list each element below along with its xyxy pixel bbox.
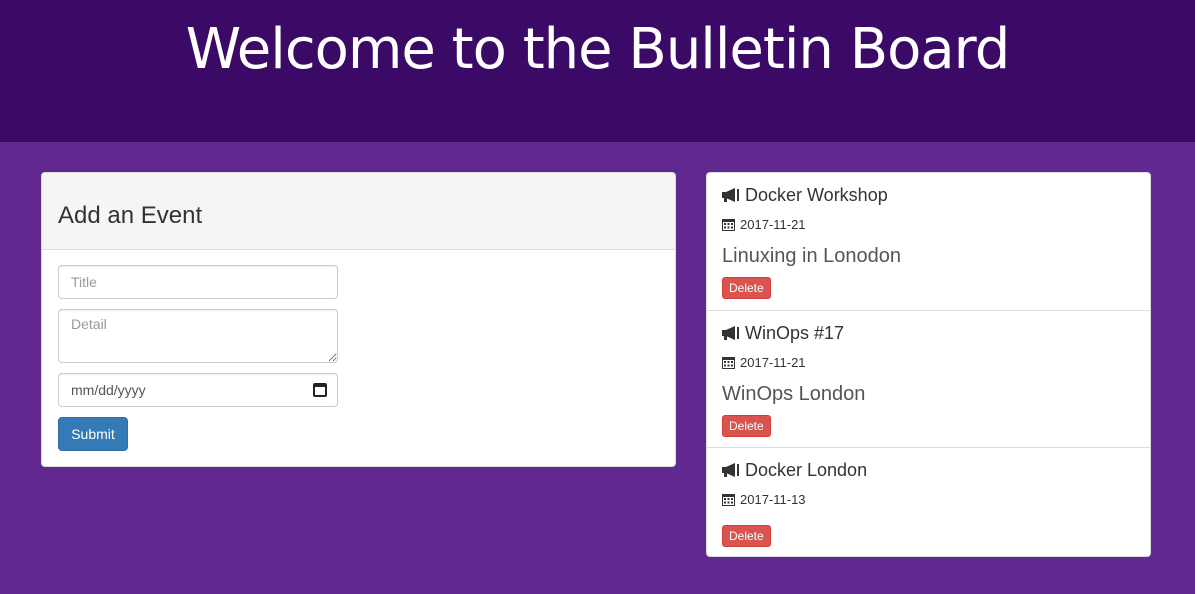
- event-title-row: Docker Workshop: [721, 184, 888, 206]
- event-date-row: 2017-11-21: [722, 355, 806, 370]
- calendar-icon: [722, 357, 735, 369]
- page-header: Welcome to the Bulletin Board: [0, 0, 1195, 142]
- calendar-icon: [722, 494, 735, 506]
- event-detail: Linuxing in Lonodon: [722, 245, 902, 267]
- bullhorn-icon: [722, 326, 739, 340]
- event-date: 2017-11-21: [740, 355, 806, 370]
- event-date: 2017-11-13: [740, 492, 806, 507]
- event-title: WinOps #17: [745, 323, 845, 343]
- detail-textarea[interactable]: [58, 309, 338, 363]
- event-title: Docker Workshop: [745, 185, 888, 205]
- add-event-panel-heading: Add an Event: [42, 173, 675, 250]
- submit-button[interactable]: Submit: [58, 417, 128, 451]
- delete-button[interactable]: Delete: [722, 277, 771, 299]
- page-title: Welcome to the Bulletin Board: [185, 17, 1011, 82]
- delete-button[interactable]: Delete: [722, 525, 771, 547]
- date-placeholder: mm/dd/yyyy: [71, 382, 146, 398]
- event-title: Docker London: [745, 460, 868, 480]
- event-detail: WinOps London: [722, 383, 866, 405]
- add-event-heading: Add an Event: [58, 202, 203, 229]
- event-title-row: WinOps #17: [721, 322, 844, 344]
- event-title-row: Docker London: [721, 459, 867, 481]
- event-item: Docker London 2017-11-13 Delete: [707, 447, 1150, 556]
- delete-button[interactable]: Delete: [722, 415, 771, 437]
- events-list-panel: Docker Workshop 2017-11-21 Linuxing in L…: [706, 172, 1151, 557]
- add-event-panel: Add an Event mm/dd/yyyy Submit: [41, 172, 676, 467]
- event-date-row: 2017-11-13: [722, 492, 806, 507]
- date-input[interactable]: mm/dd/yyyy: [58, 373, 338, 407]
- title-input[interactable]: [58, 265, 338, 299]
- bullhorn-icon: [722, 463, 739, 477]
- bullhorn-icon: [722, 188, 739, 202]
- event-item: WinOps #17 2017-11-21 WinOps London Dele…: [707, 310, 1150, 447]
- event-item: Docker Workshop 2017-11-21 Linuxing in L…: [707, 173, 1150, 310]
- event-date: 2017-11-21: [740, 217, 806, 232]
- calendar-picker-icon[interactable]: [313, 383, 327, 397]
- calendar-icon: [722, 219, 735, 231]
- event-date-row: 2017-11-21: [722, 217, 806, 232]
